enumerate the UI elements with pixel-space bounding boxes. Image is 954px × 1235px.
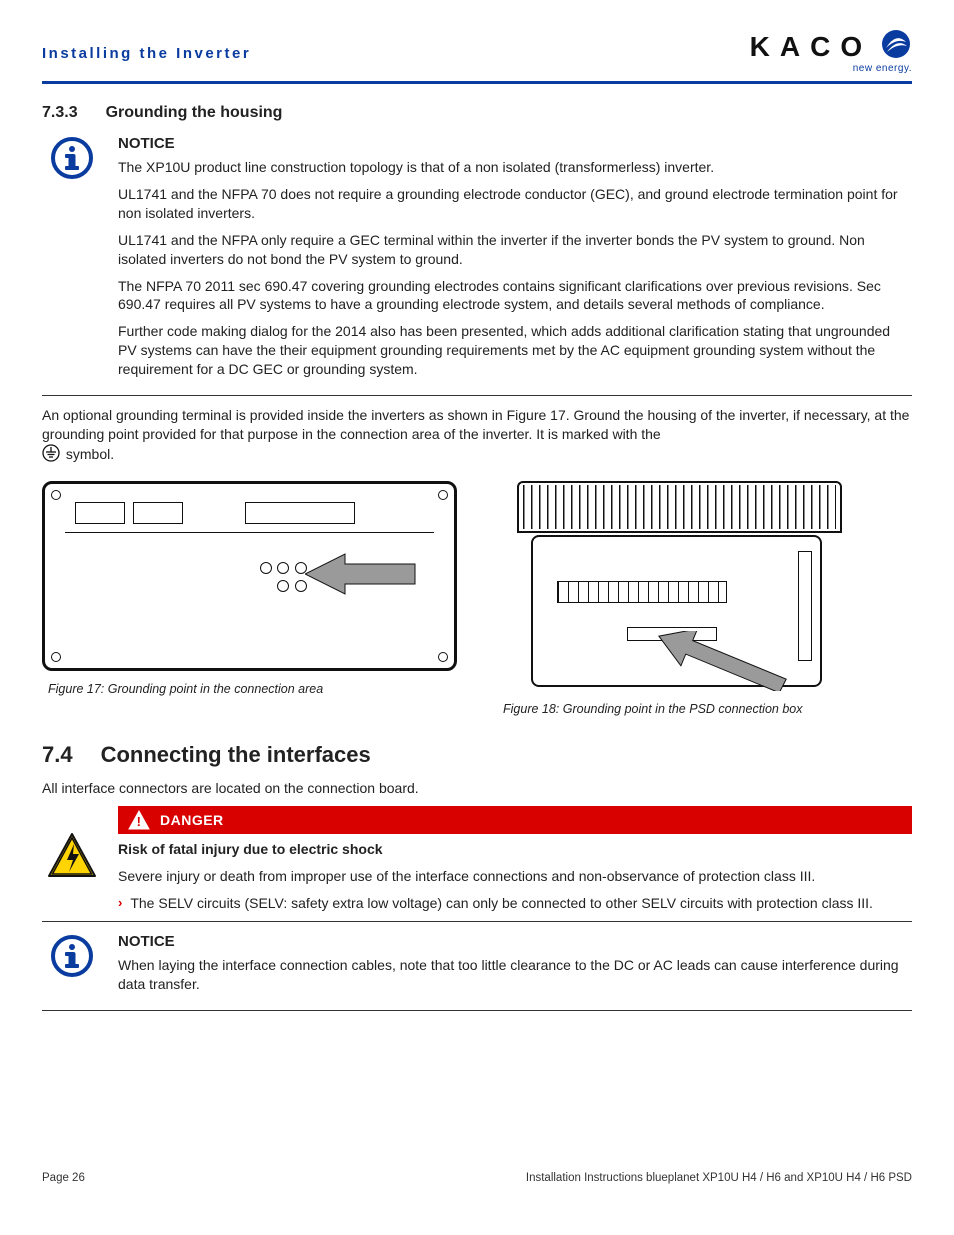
notice-body-74: When laying the interface connection cab… (118, 956, 912, 994)
page-header: Installing the Inverter KACO new energy. (42, 28, 912, 75)
notice-p4: The NFPA 70 2011 sec 690.47 covering gro… (118, 277, 912, 315)
danger-block: ! DANGER Risk of fatal injury due to ele… (42, 806, 912, 913)
figure-17-caption: Figure 17: Grounding point in the connec… (42, 681, 457, 698)
notice-block-74: NOTICE When laying the interface connect… (42, 932, 912, 1002)
heading-733: 7.3.3 Grounding the housing (42, 102, 912, 124)
brand-logo: KACO new energy. (750, 28, 912, 75)
hazard-icon (42, 806, 102, 878)
notice-p2: UL1741 and the NFPA 70 does not require … (118, 185, 912, 223)
divider (42, 921, 912, 922)
chevron-icon: › (118, 894, 122, 913)
svg-text:!: ! (137, 814, 142, 829)
arrow-icon (657, 631, 797, 691)
grounding-explainer-2: symbol. (66, 446, 114, 462)
s74-intro: All interface connectors are located on … (42, 779, 912, 798)
grounding-explainer: An optional grounding terminal is provid… (42, 406, 912, 467)
info-icon (42, 932, 102, 978)
heading-number: 7.3.3 (42, 102, 78, 124)
logo-text: KACO (750, 28, 872, 66)
figure-18-image (497, 481, 912, 691)
heading-title: Connecting the interfaces (101, 740, 371, 770)
figure-18-caption: Figure 18: Grounding point in the PSD co… (497, 701, 912, 718)
notice-p5: Further code making dialog for the 2014 … (118, 322, 912, 379)
heading-number: 7.4 (42, 740, 73, 770)
header-section-title: Installing the Inverter (42, 28, 251, 64)
divider (42, 1010, 912, 1011)
header-rule (42, 81, 912, 84)
danger-bar: ! DANGER (118, 806, 912, 834)
divider (42, 395, 912, 396)
footer-page: Page 26 (42, 1171, 85, 1187)
danger-bullet: › The SELV circuits (SELV: safety extra … (118, 894, 912, 913)
info-icon (42, 134, 102, 180)
footer-doc-title: Installation Instructions blueplanet XP1… (526, 1171, 912, 1187)
page-footer: Page 26 Installation Instructions bluepl… (42, 1171, 912, 1187)
notice-label: NOTICE (118, 134, 912, 154)
grounding-explainer-1: An optional grounding terminal is provid… (42, 407, 909, 442)
logo-swirl-icon (880, 28, 912, 65)
notice-p1: The XP10U product line construction topo… (118, 158, 912, 177)
arrow-icon (305, 546, 425, 626)
danger-body: Severe injury or death from improper use… (118, 867, 912, 886)
danger-headline: Risk of fatal injury due to electric sho… (118, 840, 912, 859)
ground-symbol-icon (42, 444, 60, 467)
heading-title: Grounding the housing (106, 102, 283, 124)
figure-17: Figure 17: Grounding point in the connec… (42, 481, 457, 718)
notice-label: NOTICE (118, 932, 912, 952)
danger-bullet-text: The SELV circuits (SELV: safety extra lo… (130, 894, 873, 913)
heading-74: 7.4 Connecting the interfaces (42, 740, 912, 770)
figure-row: Figure 17: Grounding point in the connec… (42, 481, 912, 718)
danger-label: DANGER (160, 811, 224, 830)
figure-18: Figure 18: Grounding point in the PSD co… (497, 481, 912, 718)
notice-p3: UL1741 and the NFPA only require a GEC t… (118, 231, 912, 269)
figure-17-image (42, 481, 457, 671)
warning-triangle-icon: ! (128, 810, 150, 830)
notice-block-733: NOTICE The XP10U product line constructi… (42, 134, 912, 387)
